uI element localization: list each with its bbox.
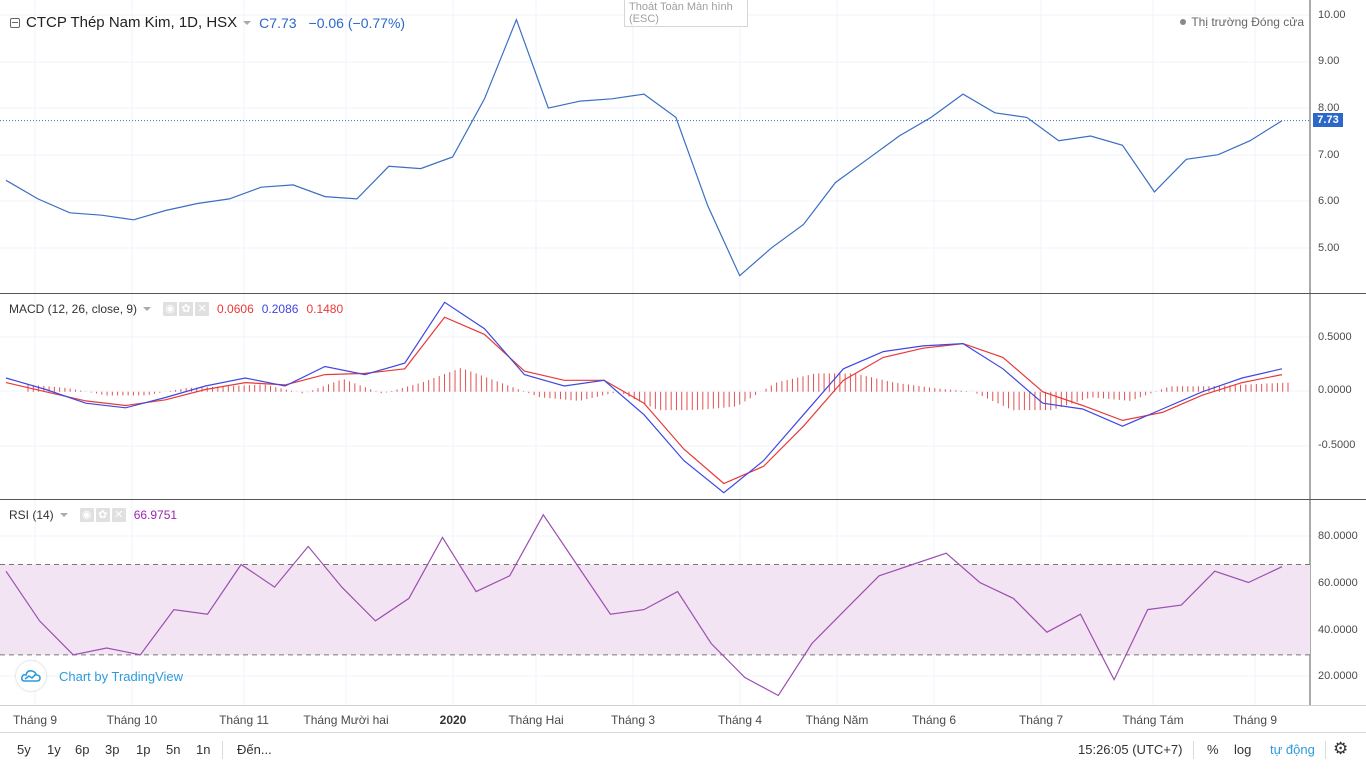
exit-fullscreen-key: (ESC)	[629, 13, 659, 25]
macd-series	[5, 301, 1289, 494]
gear-icon[interactable]: ⚙	[1333, 739, 1348, 759]
time-axis-label: Tháng Tám	[1122, 713, 1184, 727]
chevron-down-icon[interactable]	[59, 513, 68, 517]
rsi-axis-label: 60.0000	[1318, 577, 1358, 589]
last-price-badge: 7.73	[1313, 113, 1343, 127]
chart-canvas[interactable]	[0, 0, 1366, 732]
time-axis-label: Tháng 11	[219, 713, 269, 727]
eye-icon[interactable]: ◉	[79, 508, 94, 522]
price-axis-label: 10.00	[1318, 9, 1346, 21]
price-axis-label: 5.00	[1318, 242, 1340, 254]
market-status: Thị trường Đóng cửa	[1180, 15, 1304, 29]
macd-axis-label: 0.5000	[1318, 331, 1352, 343]
close-icon[interactable]: ✕	[195, 302, 210, 316]
clock-time[interactable]: 15:26:05 (UTC+7)	[1078, 742, 1182, 757]
range-1n-button[interactable]: 1n	[196, 742, 210, 757]
macd-histogram-value: 0.0606	[217, 302, 254, 316]
time-axis-label: Tháng Hai	[508, 713, 564, 727]
rsi-title[interactable]: RSI (14)	[9, 508, 54, 522]
price-axis-label: 7.00	[1318, 149, 1340, 161]
gear-icon[interactable]: ✿	[95, 508, 110, 522]
range-1y-button[interactable]: 1y	[47, 742, 61, 757]
percent-scale-button[interactable]: %	[1207, 742, 1219, 757]
toolbar-divider	[222, 741, 223, 759]
macd-line	[5, 301, 1283, 494]
macd-axis-label: -0.5000	[1318, 439, 1356, 451]
status-dot-icon	[1180, 19, 1187, 25]
close-icon[interactable]: ✕	[111, 508, 126, 522]
auto-scale-button[interactable]: tự động	[1270, 742, 1315, 757]
price-series	[0, 18, 1310, 277]
time-axis-label: Tháng Mười hai	[303, 713, 389, 727]
macd-legend: MACD (12, 26, close, 9) ◉ ✿ ✕ 0.0606 0.2…	[9, 302, 343, 316]
rsi-band	[0, 563, 1310, 656]
gear-icon[interactable]: ✿	[179, 302, 194, 316]
tradingview-logo[interactable]: Chart by TradingView	[16, 661, 183, 691]
time-axis-label: Tháng Năm	[805, 713, 869, 727]
close-value: 7.73	[269, 14, 297, 31]
symbol-title[interactable]: CTCP Thép Nam Kim, 1D, HSX	[26, 14, 237, 31]
time-axis-label: Tháng 6	[911, 713, 957, 727]
rsi-value: 66.9751	[133, 508, 178, 522]
collapse-legend-button[interactable]	[10, 17, 20, 28]
tradingview-logo-text: Chart by TradingView	[59, 668, 184, 684]
bottom-toolbar: 5y 1y 6p 3p 1p 5n 1n Đến... 15:26:05 (UT…	[0, 732, 1366, 769]
price-axis-label: 8.00	[1318, 102, 1340, 114]
main-legend: CTCP Thép Nam Kim, 1D, HSX C 7.73 −0.06 …	[10, 14, 405, 31]
time-axis-label: Tháng 3	[610, 713, 656, 727]
range-5y-button[interactable]: 5y	[17, 742, 31, 757]
price-axis-label: 9.00	[1318, 55, 1340, 67]
time-axis-label: Tháng 4	[717, 713, 763, 727]
range-6p-button[interactable]: 6p	[75, 742, 89, 757]
range-5n-button[interactable]: 5n	[166, 742, 180, 757]
market-status-text: Thị trường Đóng cửa	[1191, 15, 1304, 29]
toolbar-divider	[1325, 741, 1326, 759]
macd-line-value: 0.2086	[261, 302, 299, 316]
exit-fullscreen-label: Thoát Toàn Màn hình	[629, 1, 733, 13]
time-axis-label: Tháng 9	[1232, 713, 1278, 727]
exit-fullscreen-button[interactable]: Thoát Toàn Màn hình (ESC)	[624, 0, 748, 27]
chevron-down-icon[interactable]	[243, 20, 252, 25]
log-scale-button[interactable]: log	[1234, 742, 1251, 757]
goto-date-button[interactable]: Đến...	[237, 742, 272, 757]
range-1p-button[interactable]: 1p	[136, 742, 150, 757]
toolbar-divider	[1193, 741, 1194, 759]
chevron-down-icon[interactable]	[143, 307, 152, 311]
time-axis-label: Tháng 7	[1018, 713, 1064, 727]
rsi-band-fill	[0, 564, 1310, 655]
rsi-legend: RSI (14) ◉ ✿ ✕ 66.9751	[9, 508, 177, 522]
macd-title[interactable]: MACD (12, 26, close, 9)	[9, 302, 137, 316]
price-line	[5, 18, 1283, 277]
rsi-axis-label: 20.0000	[1318, 670, 1358, 682]
price-axis-label: 6.00	[1318, 195, 1340, 207]
range-3p-button[interactable]: 3p	[105, 742, 119, 757]
macd-axis-label: 0.0000	[1318, 384, 1352, 396]
close-label: C	[259, 14, 270, 31]
eye-icon[interactable]: ◉	[163, 302, 178, 316]
cloud-icon	[16, 661, 46, 691]
time-axis-label: Tháng 10	[106, 713, 158, 727]
rsi-axis-label: 40.0000	[1318, 624, 1358, 636]
rsi-axis-label: 80.0000	[1318, 530, 1358, 542]
price-change: −0.06 (−0.77%)	[308, 14, 406, 31]
time-axis-label: 2020	[439, 713, 467, 727]
signal-line	[5, 316, 1283, 485]
time-axis-label: Tháng 9	[12, 713, 58, 727]
macd-signal-value: 0.1480	[306, 302, 344, 316]
